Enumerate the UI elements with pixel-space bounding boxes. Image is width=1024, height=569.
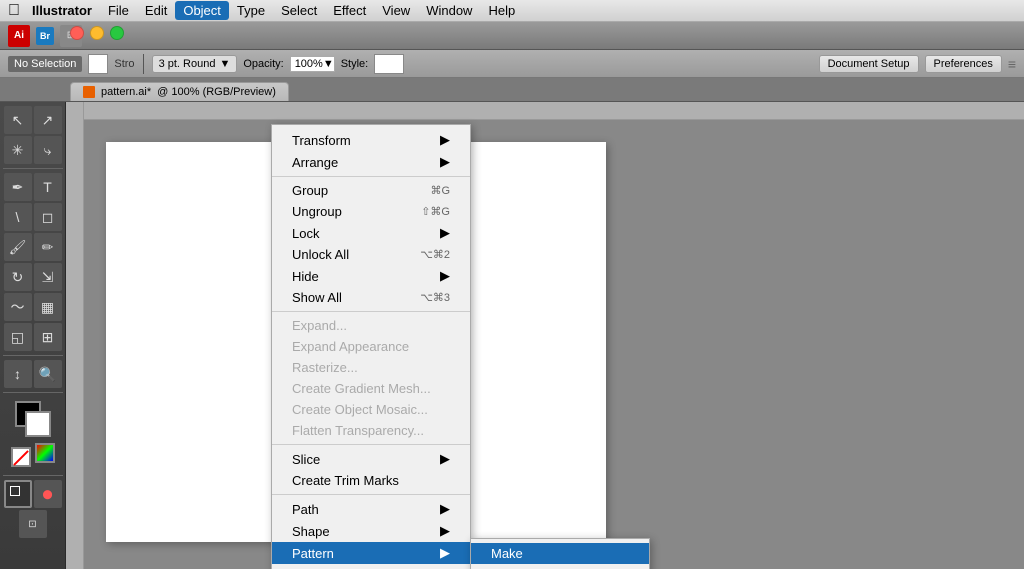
menu-object-mosaic[interactable]: Create Object Mosaic...: [272, 399, 470, 420]
menu-expand-appearance[interactable]: Expand Appearance: [272, 336, 470, 357]
left-toolbar: ↖ ↗ ✳ ⤷ ✒ T \ ◻ 🖌 ✏ ↻ ⇲ 〜 ▦ ◱ ⊞: [0, 102, 66, 569]
menu-lock[interactable]: Lock ▶: [272, 222, 470, 244]
paintbrush-tool[interactable]: 🖌: [4, 233, 32, 261]
menubar-illustrator[interactable]: Illustrator: [24, 1, 100, 20]
menu-separator-2: [272, 311, 470, 312]
menubar-view[interactable]: View: [374, 1, 418, 20]
menubar-select[interactable]: Select: [273, 1, 325, 20]
menu-hide[interactable]: Hide ▶: [272, 265, 470, 287]
graph-tool[interactable]: ▦: [34, 293, 62, 321]
background-color[interactable]: [25, 411, 51, 437]
brush-dropdown-arrow: ▼: [219, 58, 230, 70]
brush-label: 3 pt. Round: [159, 58, 216, 70]
main-area: ↖ ↗ ✳ ⤷ ✒ T \ ◻ 🖌 ✏ ↻ ⇲ 〜 ▦ ◱ ⊞: [0, 102, 1024, 569]
gradient-tool[interactable]: ◱: [4, 323, 32, 351]
apple-menu[interactable]: : [4, 0, 24, 22]
menu-arrange[interactable]: Arrange ▶: [272, 151, 470, 173]
mesh-tool[interactable]: ⊞: [34, 323, 62, 351]
zoom-tool[interactable]: 🔍: [34, 360, 62, 388]
warp-tool[interactable]: 〜: [4, 293, 32, 321]
color-area: [15, 401, 51, 437]
opacity-label: Opacity:: [243, 58, 283, 70]
menubar-object[interactable]: Object: [175, 1, 229, 20]
menu-create-trim-marks[interactable]: Create Trim Marks: [272, 470, 470, 491]
menu-gradient-mesh[interactable]: Create Gradient Mesh...: [272, 378, 470, 399]
move-tool[interactable]: ↕: [4, 360, 32, 388]
menubar:  Illustrator File Edit Object Type Sele…: [0, 0, 1024, 22]
ruler-vertical: [66, 102, 84, 569]
maximize-button[interactable]: [110, 26, 124, 40]
pencil-tool[interactable]: ✏: [34, 233, 62, 261]
select-tool[interactable]: ↖: [4, 106, 32, 134]
br-logo[interactable]: Br: [36, 27, 54, 45]
rotate-tool[interactable]: ↻: [4, 263, 32, 291]
preferences-button[interactable]: Preferences: [925, 55, 1002, 73]
menu-unlock-all[interactable]: Unlock All ⌥⌘2: [272, 244, 470, 265]
magic-wand-tool[interactable]: ✳: [4, 136, 32, 164]
fg-bg-colors: [15, 401, 51, 437]
menu-separator-3: [272, 444, 470, 445]
fill-color[interactable]: [88, 54, 108, 74]
style-box[interactable]: [374, 54, 404, 74]
brush-dropdown[interactable]: 3 pt. Round ▼: [152, 55, 238, 73]
menu-separator: [272, 176, 470, 177]
ai-logo: Ai: [8, 25, 30, 47]
ruler-horizontal: [66, 102, 1024, 120]
drawing-mode-normal[interactable]: [4, 480, 32, 508]
selection-indicator: No Selection: [8, 56, 82, 72]
pattern-edit[interactable]: Edit Pattern ⇧⌘F8: [471, 564, 649, 569]
menu-show-all[interactable]: Show All ⌥⌘3: [272, 287, 470, 308]
menu-rasterize[interactable]: Rasterize...: [272, 357, 470, 378]
pen-tool[interactable]: ✒: [4, 173, 32, 201]
shape-tool[interactable]: ◻: [34, 203, 62, 231]
menubar-window[interactable]: Window: [418, 1, 480, 20]
drawing-mode-behind[interactable]: ⬤: [34, 480, 62, 508]
options-toolbar: No Selection Stro 3 pt. Round ▼ Opacity:…: [0, 50, 1024, 78]
menu-blend[interactable]: Blend: [272, 564, 470, 569]
direct-select-tool[interactable]: ↗: [34, 106, 62, 134]
menubar-effect[interactable]: Effect: [325, 1, 374, 20]
opacity-input[interactable]: 100% ▼: [290, 56, 335, 72]
menu-group[interactable]: Group ⌘G: [272, 180, 470, 201]
menu-flatten-transparency[interactable]: Flatten Transparency...: [272, 420, 470, 441]
menu-ungroup[interactable]: Ungroup ⇧⌘G: [272, 201, 470, 222]
stroke-label: Stro: [114, 58, 134, 70]
tabbar: pattern.ai* @ 100% (RGB/Preview): [0, 78, 1024, 102]
pattern-make[interactable]: Make: [471, 543, 649, 564]
canvas-area: Transform ▶ Arrange ▶ Group ⌘G Ungroup ⇧…: [66, 102, 1024, 569]
main-toolbar: Ai Br ⊞ ▼: [0, 22, 1024, 50]
none-color[interactable]: [11, 447, 31, 467]
document-setup-button[interactable]: Document Setup: [819, 55, 919, 73]
menubar-type[interactable]: Type: [229, 1, 273, 20]
scale-tool[interactable]: ⇲: [34, 263, 62, 291]
object-menu: Transform ▶ Arrange ▶ Group ⌘G Ungroup ⇧…: [271, 124, 471, 569]
lasso-tool[interactable]: ⤷: [34, 136, 62, 164]
type-tool[interactable]: T: [34, 173, 62, 201]
menubar-edit[interactable]: Edit: [137, 1, 175, 20]
line-tool[interactable]: \: [4, 203, 32, 231]
tab-file-icon: [83, 86, 95, 98]
pattern-submenu: Make Edit Pattern ⇧⌘F8 Tile Edge Color..…: [470, 538, 650, 569]
tab-info: @ 100% (RGB/Preview): [157, 86, 276, 98]
minimize-button[interactable]: [90, 26, 104, 40]
document-tab[interactable]: pattern.ai* @ 100% (RGB/Preview): [70, 82, 289, 101]
panel-icon[interactable]: ≡: [1008, 56, 1016, 72]
menu-slice[interactable]: Slice ▶: [272, 448, 470, 470]
style-label: Style:: [341, 58, 369, 70]
menu-separator-4: [272, 494, 470, 495]
menu-expand[interactable]: Expand...: [272, 315, 470, 336]
close-button[interactable]: [70, 26, 84, 40]
tab-filename: pattern.ai*: [101, 86, 151, 98]
gradient-swatch[interactable]: [35, 443, 55, 463]
screen-mode[interactable]: ⊡: [19, 510, 47, 538]
menubar-help[interactable]: Help: [480, 1, 523, 20]
menu-path[interactable]: Path ▶: [272, 498, 470, 520]
window-controls: [70, 26, 124, 40]
menu-shape[interactable]: Shape ▶: [272, 520, 470, 542]
menu-pattern[interactable]: Pattern ▶ Make Edit Pattern ⇧⌘F8 Tile Ed…: [272, 542, 470, 564]
menu-transform[interactable]: Transform ▶: [272, 129, 470, 151]
menubar-file[interactable]: File: [100, 1, 137, 20]
